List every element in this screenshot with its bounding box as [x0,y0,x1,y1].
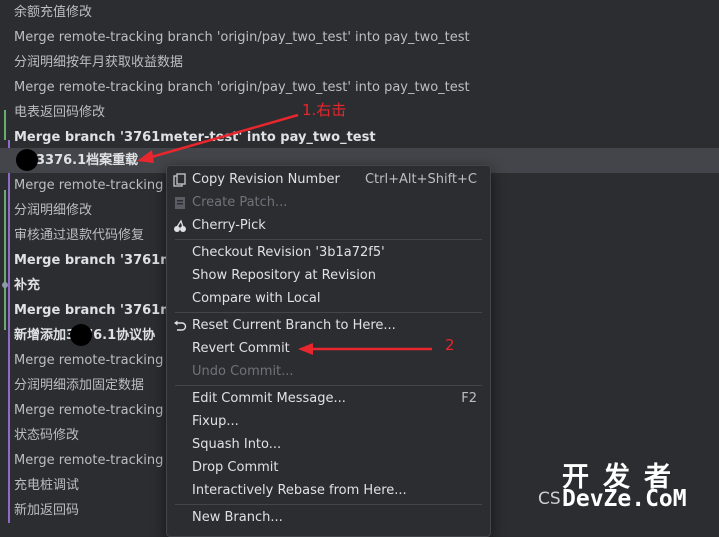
menu-item-cherry-pick[interactable]: Cherry-Pick [167,214,490,237]
commit-message: 分润明细添加固定数据 [14,378,145,393]
menu-item-undo-commit[interactable]: Undo Commit... [167,360,490,383]
annotation-step-1: 1.右击 [302,101,347,119]
menu-item-label: Reset Current Branch to Here... [192,318,396,333]
undo-arrow-icon [174,320,187,331]
context-menu: Copy Revision Number Ctrl+Alt+Shift+C Cr… [166,165,491,537]
menu-item-label: Squash Into... [192,437,282,452]
commit-message: Merge branch '3761me [14,253,183,268]
menu-item-fixup[interactable]: Fixup... [167,410,490,433]
commit-message: 3376.1档案重载 [36,153,139,168]
cherry-icon [174,219,186,232]
menu-item-label: Interactively Rebase from Here... [192,483,407,498]
redaction-mark [70,324,92,346]
menu-item-shortcut: F2 [461,391,477,406]
menu-separator [175,504,482,505]
commit-message: 电表返回码修改 [14,105,106,120]
menu-item-label: Edit Commit Message... [192,391,346,406]
menu-item-label: Copy Revision Number [192,172,340,187]
commit-message: Merge remote-tracking b [14,403,176,418]
patch-icon [175,197,185,209]
commit-message: Merge branch '3761meter-test' into pay_t… [14,130,376,145]
menu-item-label: Revert Commit [192,341,290,356]
menu-item-shortcut: Ctrl+Alt+Shift+C [364,172,477,187]
commit-message: 分润明细按年月获取收益数据 [14,55,184,70]
commit-message: 新加返回码 [14,503,80,518]
menu-separator [175,312,482,313]
commit-row[interactable]: 分润明细按年月获取收益数据 [0,50,719,75]
menu-item-interactive-rebase[interactable]: Interactively Rebase from Here... [167,479,490,502]
menu-item-label: New Branch... [192,510,283,525]
menu-item-revert-commit[interactable]: Revert Commit [167,337,490,360]
commit-message: 状态码修改 [14,428,80,443]
menu-item-label: Cherry-Pick [192,218,266,233]
commit-message: Merge remote-tracking branch 'origin/pay… [14,30,470,45]
menu-item-label: Undo Commit... [192,364,294,379]
commit-message: Merge remote-tracking b [14,453,176,468]
commit-message: 分润明细修改 [14,203,93,218]
commit-row[interactable]: 余额充值修改 [0,0,719,25]
commit-message: Merge remote-tracking b [14,178,176,193]
commit-row[interactable]: Merge remote-tracking branch 'origin/pay… [0,25,719,50]
menu-item-label: Create Patch... [192,195,288,210]
menu-item-copy-revision[interactable]: Copy Revision Number Ctrl+Alt+Shift+C [167,168,490,191]
watermark-prefix-text: CS [538,489,561,509]
menu-item-new-branch[interactable]: New Branch... [167,506,490,529]
menu-item-label: Drop Commit [192,460,279,475]
commit-row[interactable]: Merge remote-tracking branch 'origin/pay… [0,75,719,100]
watermark: 开发者 CS DevZe.CoM [538,455,719,523]
menu-item-label: Fixup... [192,414,239,429]
menu-separator [175,239,482,240]
annotation-step-2: 2 [445,336,455,354]
commit-message: 补充 [14,278,41,293]
menu-item-label: Checkout Revision '3b1a72f5' [192,245,385,260]
menu-separator [175,385,482,386]
watermark-bottom-text: DevZe.CoM [562,486,687,512]
commit-message: Merge remote-tracking branch 'origin/pay… [14,80,470,95]
menu-item-edit-message[interactable]: Edit Commit Message... F2 [167,387,490,410]
commit-message: Merge branch '3761me [14,303,183,318]
commit-message: 余额充值修改 [14,5,93,20]
commit-message: 充电桩调试 [14,478,80,493]
menu-item-show-repository[interactable]: Show Repository at Revision [167,264,490,287]
commit-row[interactable]: 电表返回码修改 [0,100,719,125]
commit-row[interactable]: Merge branch '3761meter-test' into pay_t… [0,125,719,150]
menu-item-compare-local[interactable]: Compare with Local [167,287,490,310]
menu-item-create-patch[interactable]: Create Patch... [167,191,490,214]
commit-message: Merge remote-tracking b [14,353,176,368]
menu-item-label: Show Repository at Revision [192,268,376,283]
copy-icon [173,173,186,187]
commit-message: 审核通过退款代码修复 [14,228,145,243]
menu-item-label: Compare with Local [192,291,321,306]
menu-item-reset-branch[interactable]: Reset Current Branch to Here... [167,314,490,337]
redaction-mark [16,149,38,171]
menu-item-squash[interactable]: Squash Into... [167,433,490,456]
menu-item-drop-commit[interactable]: Drop Commit [167,456,490,479]
menu-item-checkout-revision[interactable]: Checkout Revision '3b1a72f5' [167,241,490,264]
